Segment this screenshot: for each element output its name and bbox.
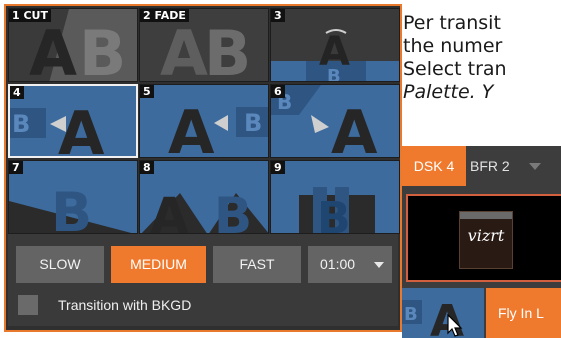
transition-tile-4[interactable]: B A 4 xyxy=(8,84,138,158)
transition-tile-7[interactable]: B 7 xyxy=(8,160,138,234)
svg-text:B: B xyxy=(79,17,126,82)
doc-line-1: Per transit xyxy=(403,12,561,35)
fly-in-label: Fly In L xyxy=(498,305,544,321)
dsk-preview: vizrt xyxy=(406,194,561,282)
svg-text:B: B xyxy=(12,110,30,138)
transition-controls: SLOW MEDIUM FAST 01:00 Transition with B… xyxy=(8,234,398,326)
transition-tile-1[interactable]: A B 1 CUT xyxy=(8,8,138,82)
document-text: Per transit the numer Select tran Palett… xyxy=(403,12,561,104)
mouse-cursor-icon xyxy=(447,314,463,338)
tile-label: 9 xyxy=(271,161,285,174)
duration-value: 01:00 xyxy=(308,256,355,272)
tile-label: 4 xyxy=(10,86,24,99)
dsk-panel: DSK 4 BFR 2 vizrt B A Fly In L xyxy=(402,146,561,338)
transition-tile-2[interactable]: A B 2 FADE xyxy=(139,8,269,82)
svg-text:B: B xyxy=(204,17,251,82)
transition-tile-3[interactable]: A B 3 xyxy=(270,8,400,82)
svg-text:A: A xyxy=(29,17,77,82)
svg-text:B: B xyxy=(244,109,262,137)
duration-dropdown[interactable]: 01:00 xyxy=(308,246,392,283)
buffer-selector[interactable]: BFR 2 xyxy=(470,146,530,186)
tile-label: 8 xyxy=(140,161,154,174)
tile-label: 2 FADE xyxy=(140,9,189,22)
svg-text:B: B xyxy=(404,304,418,325)
medium-button[interactable]: MEDIUM xyxy=(111,246,206,283)
fast-button[interactable]: FAST xyxy=(213,246,301,283)
chevron-down-icon xyxy=(529,163,541,170)
transition-palette: A B 1 CUT A B 2 FADE A B 3 B A xyxy=(4,4,402,332)
tile-label: 7 xyxy=(9,161,23,174)
doc-line-2: the numer xyxy=(403,35,561,58)
svg-text:A: A xyxy=(150,187,189,234)
svg-text:A: A xyxy=(168,98,215,158)
svg-text:B: B xyxy=(327,66,341,82)
svg-text:B: B xyxy=(317,193,351,234)
logo-text: vizrt xyxy=(460,226,512,245)
svg-text:B: B xyxy=(214,187,252,234)
transition-tile-9[interactable]: B 9 xyxy=(270,160,400,234)
svg-text:A: A xyxy=(331,98,378,158)
svg-text:B: B xyxy=(51,181,92,234)
vizrt-logo: vizrt xyxy=(459,211,513,269)
doc-line-3: Select tran xyxy=(403,58,561,81)
transition-tile-6[interactable]: B A 6 xyxy=(270,84,400,158)
chevron-down-icon xyxy=(374,262,384,268)
fly-in-button[interactable]: Fly In L xyxy=(486,288,561,338)
tile-label: 5 xyxy=(140,85,154,98)
transition-tile-8[interactable]: A B 8 xyxy=(139,160,269,234)
slow-button[interactable]: SLOW xyxy=(16,246,104,283)
svg-text:A: A xyxy=(160,17,208,82)
tile-label: 6 xyxy=(271,85,285,98)
bkgd-checkbox-label: Transition with BKGD xyxy=(58,295,191,315)
tile-label: 1 CUT xyxy=(9,9,51,22)
tile-label: 3 xyxy=(271,9,285,22)
buffer-label: BFR 2 xyxy=(470,158,510,174)
transition-tile-5[interactable]: A B 5 xyxy=(139,84,269,158)
bkgd-checkbox[interactable] xyxy=(18,295,38,315)
doc-line-4: Palette. Y xyxy=(403,81,561,104)
tab-dsk[interactable]: DSK 4 xyxy=(402,146,466,186)
transition-thumbnail[interactable]: B A xyxy=(402,288,484,338)
